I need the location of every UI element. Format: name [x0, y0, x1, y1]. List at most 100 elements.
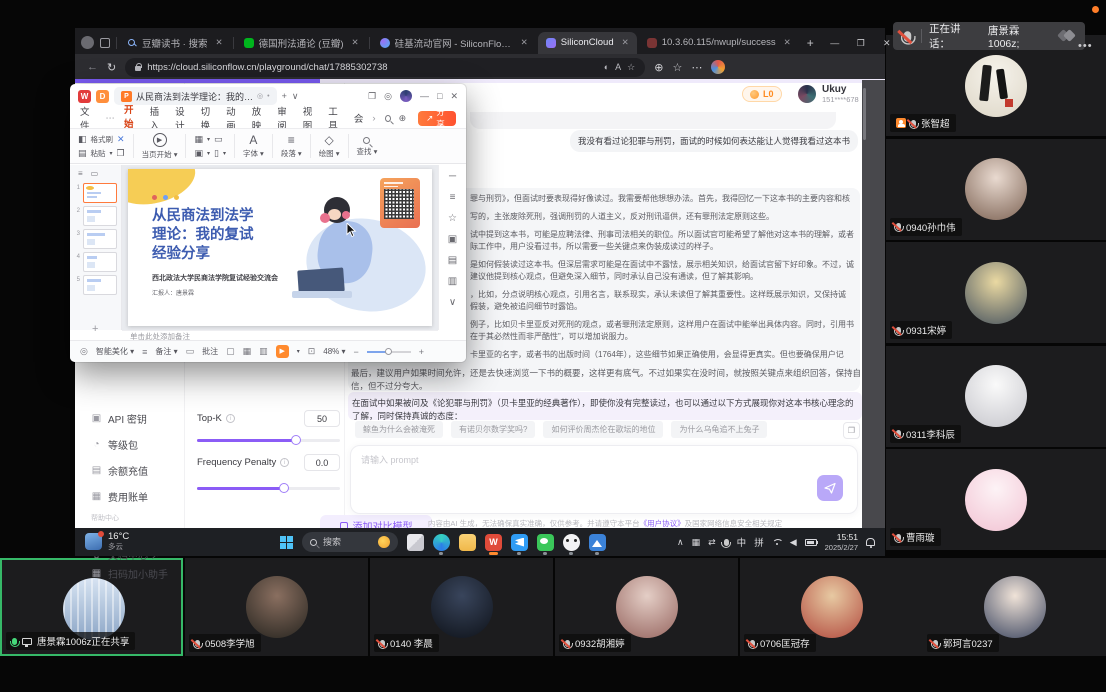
zoom-slider[interactable] [367, 351, 411, 353]
slideshow-button[interactable]: ▶ [276, 345, 289, 358]
tab-close-icon[interactable]: ✕ [622, 37, 629, 48]
minimize-button[interactable]: — [822, 32, 848, 54]
favorites-bar-icon[interactable]: ☆ [672, 61, 682, 74]
favorite-icon[interactable]: ☆ [627, 62, 635, 73]
share-button[interactable]: ↗分享 [418, 111, 456, 126]
browser-tab[interactable]: 豆瓣读书 · 搜索✕ [119, 32, 231, 54]
slide-thumbnail[interactable] [83, 206, 117, 226]
ime-mode[interactable]: 中 [737, 535, 747, 549]
slide-view-icon[interactable]: ▭ [91, 169, 99, 178]
profile-avatar[interactable] [711, 60, 725, 74]
tab-close-icon[interactable]: ✕ [521, 37, 528, 48]
collections-icon[interactable]: ⊕ [654, 61, 663, 74]
sync-arrows-icon[interactable]: ⇄ [708, 537, 716, 548]
file-explorer-icon[interactable] [459, 534, 476, 551]
skin-icon[interactable]: ◎ [384, 91, 392, 102]
expand-more-icon[interactable]: ∨ [449, 297, 456, 308]
read-aloud-icon[interactable]: A [615, 62, 621, 72]
settings-more-icon[interactable]: ⋯ [691, 61, 702, 74]
send-button[interactable] [817, 475, 843, 501]
ime-layout[interactable]: 拼 [754, 535, 764, 549]
section-icon[interactable]: ▣ [194, 148, 203, 159]
browser-tab[interactable]: SiliconCloud✕ [538, 32, 637, 54]
clock[interactable]: 15:51 2025/2/27 [825, 532, 858, 552]
suggested-prompt-chip[interactable]: 鲸鱼为什么会被淹死 [355, 421, 443, 438]
tray-mic-icon[interactable] [724, 539, 729, 546]
zoom-level[interactable]: 48% ▾ [323, 347, 345, 356]
workspaces-icon[interactable] [100, 38, 110, 48]
scrollbar-thumb[interactable] [863, 88, 866, 140]
edit-icon[interactable]: ▥ [448, 276, 457, 287]
reset-icon[interactable]: ▯ [214, 148, 219, 159]
wps-menu-item[interactable]: 会 [354, 111, 364, 125]
reader-icon[interactable]: ◐ [604, 62, 609, 72]
fit-window-icon[interactable]: ⊡ [308, 346, 316, 357]
upload-cloud-icon[interactable]: ⊕ [399, 113, 407, 124]
format-painter-button[interactable]: ◧格式刷✕ [78, 134, 125, 145]
back-button[interactable]: ← [87, 61, 98, 73]
zoom-out-button[interactable]: − [354, 347, 359, 357]
participant-tile[interactable]: 0508李学旭 [185, 558, 368, 656]
sidebar-item[interactable]: ▣API 密钥 [91, 411, 147, 426]
wps-user-avatar[interactable] [400, 90, 412, 102]
sidebar-link[interactable]: ▦扫码加小助手 [91, 566, 168, 581]
wps-logo-icon[interactable]: W [78, 90, 91, 103]
account-info[interactable]: Ukuy 151****678 [798, 84, 859, 104]
taskbar-search[interactable] [302, 532, 398, 552]
topk-slider[interactable] [197, 439, 340, 442]
sidebar-item[interactable]: ▤余额充值 [91, 463, 148, 478]
display-icon[interactable]: ▦ [692, 537, 701, 548]
tab-list-icon[interactable]: ∨ [292, 91, 299, 102]
beautify-icon[interactable]: ◎ [80, 346, 88, 357]
slide-thumbnail-row[interactable]: 5 [70, 272, 121, 295]
normal-view-icon[interactable]: ▢ [226, 346, 235, 357]
account-avatar[interactable] [798, 85, 816, 103]
tab-close-icon[interactable]: ✕ [352, 37, 359, 48]
paragraph-group-button[interactable]: ≡段落 ▾ [281, 134, 302, 159]
add-slide-button[interactable]: + [92, 323, 98, 335]
browser-tab[interactable]: 硅基流动官网 - SiliconFlow统…✕ [372, 32, 536, 54]
slide-thumbnail-row[interactable]: 1 [70, 180, 121, 203]
participant-tile[interactable]: 0932胡湘婷 [555, 558, 738, 656]
battery-icon[interactable] [805, 539, 817, 546]
copy-panel-icon[interactable]: ▣ [448, 234, 457, 245]
participant-tile[interactable]: 郭珂言0237 [923, 558, 1106, 656]
participant-tile[interactable]: 张智超 [886, 35, 1106, 136]
font-group-button[interactable]: A字体 ▾ [243, 134, 264, 159]
refresh-button[interactable]: ↻ [107, 61, 116, 74]
layout-icon[interactable]: ❐ [368, 91, 376, 102]
suggested-prompt-chip[interactable]: 如何评价周杰伦在歌坛的地位 [543, 421, 663, 438]
wps-app-icon[interactable]: W [485, 534, 502, 551]
restore-button[interactable]: ❐ [848, 32, 874, 54]
properties-icon[interactable]: ≡ [450, 192, 456, 203]
volume-icon[interactable]: ◀ [790, 537, 797, 548]
topk-value[interactable]: 50 [304, 410, 340, 427]
wifi-icon[interactable] [772, 539, 782, 546]
tab-close-icon[interactable]: ✕ [784, 37, 791, 48]
beautify-label[interactable]: 智能美化 ▾ [96, 346, 134, 357]
level-badge[interactable]: L0 [742, 86, 782, 102]
slide-thumbnail[interactable] [83, 229, 117, 249]
menu-more-icon[interactable]: ⋯ [106, 113, 116, 124]
search-icon[interactable] [385, 115, 391, 122]
browser-tab[interactable]: 德国刑法通论 (豆瓣)✕ [236, 32, 367, 54]
play-from-current-button[interactable]: ▶当页开始 ▾ [142, 133, 178, 160]
tab-close-icon[interactable]: ✕ [215, 37, 222, 48]
new-document-button[interactable]: + [282, 91, 287, 101]
search-input[interactable] [323, 537, 363, 547]
slide-thumbnail-row[interactable]: 2 [70, 203, 121, 226]
browser-profile-icon[interactable] [81, 36, 94, 49]
menu-overflow-icon[interactable]: › [372, 113, 375, 124]
edge-app-icon[interactable] [433, 534, 450, 551]
slide-thumbnail-row[interactable]: 4 [70, 249, 121, 272]
layout-icon[interactable]: ▭ [214, 134, 223, 145]
url-text[interactable]: https://cloud.siliconflow.cn/playground/… [147, 62, 597, 73]
collapse-icon[interactable]: ─ [449, 171, 456, 182]
cut-icon[interactable]: ✕ [117, 134, 125, 145]
draw-group-button[interactable]: ◇绘图 ▾ [319, 134, 340, 159]
find-button[interactable]: 查找 ▾ [357, 135, 378, 157]
slide[interactable]: 从民商法到法学 理论：我的复试 经验分享 西北政法大学民商法学院复试经验交流会 … [128, 169, 432, 326]
frequency-penalty-slider[interactable] [197, 487, 340, 490]
reading-view-icon[interactable]: ▥ [259, 346, 268, 357]
prompt-input[interactable] [361, 453, 791, 505]
